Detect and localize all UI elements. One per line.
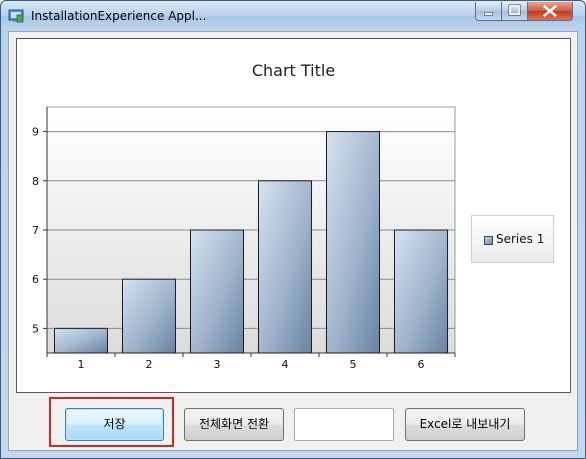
y-tick-label: 6 — [32, 273, 39, 286]
y-tick-label: 9 — [32, 126, 39, 139]
x-tick-label: 6 — [418, 358, 425, 371]
export-excel-button[interactable]: Excel로 내보내기 — [405, 408, 525, 441]
y-tick-label: 8 — [32, 175, 39, 188]
maximize-button[interactable] — [502, 2, 528, 21]
chart-legend: Series 1 — [471, 215, 554, 263]
maximize-icon — [508, 4, 521, 16]
close-icon — [543, 5, 557, 17]
legend-label: Series 1 — [496, 232, 545, 246]
y-tick-label: 7 — [32, 224, 39, 237]
minimize-icon — [484, 12, 493, 16]
title-bar[interactable]: InstallationExperience Appl... — [1, 1, 585, 31]
bar — [257, 180, 313, 354]
app-window: InstallationExperience Appl... Chart Tit… — [0, 0, 586, 459]
y-tick-label: 5 — [32, 322, 39, 335]
x-tick-label: 5 — [350, 358, 357, 371]
bar — [325, 131, 381, 354]
bar — [393, 229, 449, 354]
close-button[interactable] — [528, 2, 573, 21]
bar — [53, 327, 109, 354]
bar — [121, 278, 177, 354]
fullscreen-toggle-button[interactable]: 전체화면 전환 — [184, 408, 284, 441]
chart-container: Chart Title 56789123456 Series 1 — [16, 38, 571, 393]
save-button[interactable]: 저장 — [65, 408, 164, 441]
minimize-button[interactable] — [475, 2, 502, 21]
text-input[interactable] — [294, 408, 394, 441]
legend-swatch — [484, 236, 493, 245]
bar — [189, 229, 245, 354]
client-area: Chart Title 56789123456 Series 1 저장 전체화면… — [8, 31, 578, 451]
x-tick-label: 1 — [78, 358, 85, 371]
app-icon — [8, 9, 24, 23]
x-tick-label: 2 — [146, 358, 153, 371]
x-tick-label: 4 — [282, 358, 289, 371]
x-tick-label: 3 — [214, 358, 221, 371]
window-title: InstallationExperience Appl... — [31, 9, 207, 23]
